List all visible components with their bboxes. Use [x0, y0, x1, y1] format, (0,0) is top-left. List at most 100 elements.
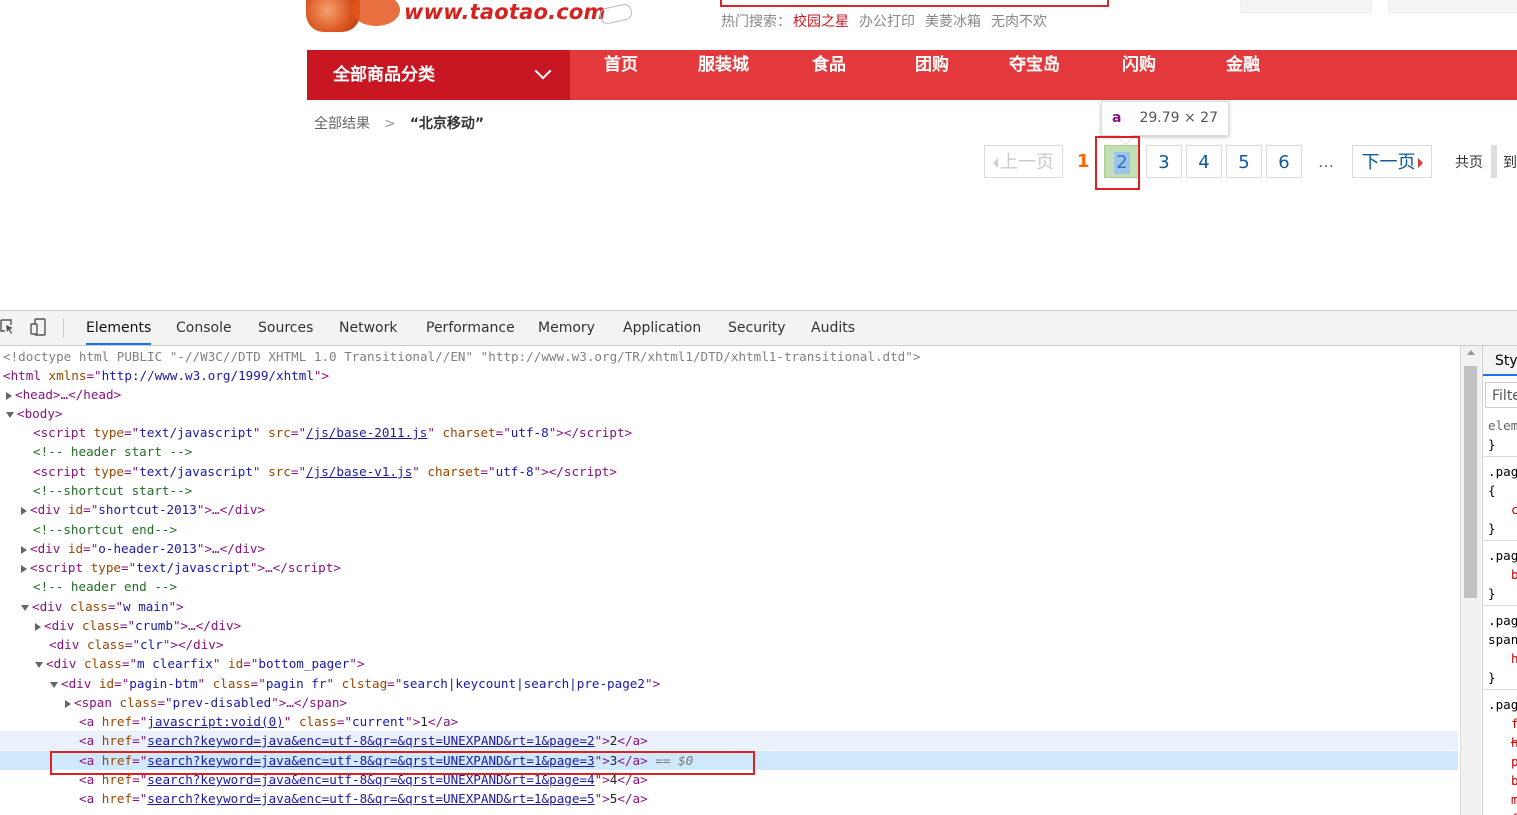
dom-node-comment[interactable]: <!--shortcut start-->: [33, 481, 192, 500]
attr-value: text/javascript: [139, 464, 253, 479]
tab-audits[interactable]: Audits: [811, 311, 855, 345]
page-link-3[interactable]: 3: [1146, 145, 1182, 178]
nav-item-flash-sale[interactable]: 闪购: [1122, 50, 1156, 100]
tab-performance[interactable]: Performance: [426, 311, 515, 345]
tab-memory[interactable]: Memory: [538, 311, 595, 345]
next-page-label: 下一页: [1361, 152, 1416, 173]
dom-node-script[interactable]: <script type="text/javascript" src="/js/…: [33, 423, 632, 442]
script-src-link[interactable]: /js/base-v1.js: [306, 464, 412, 479]
attr-name: xmlns: [48, 368, 87, 383]
dom-node-head[interactable]: <head>…</head>: [6, 385, 121, 404]
search-box[interactable]: [720, 0, 1109, 7]
dom-node-doctype[interactable]: <!doctype html PUBLIC "-//W3C//DTD XHTML…: [3, 347, 920, 366]
nav-item-treasure[interactable]: 夺宝岛: [1009, 50, 1060, 100]
attr-value: utf-8: [510, 425, 549, 440]
href-link[interactable]: search?keyword=java&enc=utf-8&qr=&qrst=U…: [147, 791, 594, 806]
script-src-link[interactable]: /js/base-2011.js: [306, 425, 427, 440]
hot-search-item[interactable]: 美菱冰箱: [925, 14, 981, 30]
dom-node-div[interactable]: <div class="m clearfix" id="bottom_pager…: [35, 654, 365, 673]
hot-search-item[interactable]: 无肉不欢: [991, 14, 1047, 30]
header-widget[interactable]: [1388, 0, 1517, 13]
expand-arrow-icon[interactable]: [21, 545, 27, 554]
expand-arrow-icon[interactable]: [35, 622, 41, 631]
attr-value: bottom_pager: [258, 656, 350, 671]
dom-node-html[interactable]: <html xmlns="http://www.w3.org/1999/xhtm…: [3, 366, 329, 385]
tab-sources[interactable]: Sources: [258, 311, 313, 345]
dom-scrollbar[interactable]: [1460, 346, 1481, 815]
page-jump-input[interactable]: [1491, 145, 1497, 178]
dom-node-a[interactable]: <a href="search?keyword=java&enc=utf-8&q…: [79, 789, 648, 808]
dom-node-div[interactable]: <div id="shortcut-2013">…</div>: [21, 500, 265, 519]
style-rule-text: elem: [1488, 418, 1517, 433]
attr-value: text/javascript: [139, 425, 253, 440]
site-logo-text[interactable]: www.taotao.com: [404, 0, 606, 24]
chevron-right-icon: [1417, 158, 1423, 168]
inspect-tooltip: a 29.79 × 27: [1101, 101, 1229, 136]
tab-application[interactable]: Application: [623, 311, 701, 345]
comment-text: <!--shortcut start-->: [33, 483, 193, 498]
href-link[interactable]: javascript:void(0): [147, 714, 283, 729]
all-categories-menu[interactable]: 全部商品分类: [307, 50, 570, 100]
style-rule-text: }: [1488, 521, 1496, 536]
hot-search-item[interactable]: 校园之星: [793, 14, 849, 30]
collapse-arrow-icon[interactable]: [35, 661, 43, 668]
attr-value: m clearfix: [137, 656, 213, 671]
collapse-arrow-icon[interactable]: [21, 604, 29, 611]
inspect-element-icon[interactable]: [0, 319, 14, 335]
dom-node-body[interactable]: <body>: [6, 404, 63, 423]
page-link-6[interactable]: 6: [1266, 145, 1302, 178]
href-link[interactable]: search?keyword=java&enc=utf-8&qr=&qrst=U…: [147, 733, 594, 748]
collapse-arrow-icon[interactable]: [50, 681, 58, 688]
expand-arrow-icon[interactable]: [21, 564, 27, 573]
styles-filter-input[interactable]: Filte: [1485, 382, 1517, 408]
style-rule-text: f: [1511, 714, 1517, 733]
scroll-up-icon[interactable]: [1467, 350, 1475, 355]
header-widget[interactable]: [1240, 0, 1372, 13]
dom-node-a[interactable]: <a href="javascript:void(0)" class="curr…: [79, 712, 458, 731]
style-rule-text: p: [1511, 752, 1517, 771]
dom-node-comment[interactable]: <!--shortcut end-->: [33, 520, 177, 539]
tab-elements[interactable]: Elements: [86, 311, 152, 345]
dom-node-a-hovered[interactable]: <a href="search?keyword=java&enc=utf-8&q…: [0, 731, 1458, 750]
tab-styles[interactable]: Styl: [1483, 346, 1517, 376]
nav-item-food[interactable]: 食品: [812, 50, 846, 100]
expand-arrow-icon[interactable]: [21, 506, 27, 515]
dom-node-div[interactable]: <div class="w main">: [21, 597, 184, 616]
collapse-arrow-icon[interactable]: [6, 411, 14, 418]
devtools-panel: Elements Console Sources Network Perform…: [0, 310, 1517, 815]
style-rule-text: }: [1488, 437, 1496, 452]
dom-node-script[interactable]: <script type="text/javascript">…</script…: [21, 558, 341, 577]
breadcrumb: 全部结果 > “北京移动”: [314, 113, 484, 133]
hot-search-item[interactable]: 办公打印: [859, 14, 915, 30]
style-rule-text: m: [1511, 790, 1517, 809]
prev-page-button[interactable]: 上一页: [984, 145, 1063, 178]
dom-node-div[interactable]: <div class="clr"></div>: [49, 635, 223, 654]
nav-item-finance[interactable]: 金融: [1226, 50, 1260, 100]
expand-arrow-icon[interactable]: [6, 391, 12, 400]
attr-value: shortcut-2013: [98, 502, 197, 517]
page-link-5[interactable]: 5: [1226, 145, 1262, 178]
breadcrumb-root[interactable]: 全部结果: [314, 116, 370, 132]
style-rule-text: .pag: [1488, 697, 1517, 712]
nav-item-clothing[interactable]: 服装城: [698, 50, 749, 100]
device-toolbar-icon[interactable]: [30, 318, 46, 336]
dom-node-script[interactable]: <script type="text/javascript" src="/js/…: [33, 462, 617, 481]
tab-security[interactable]: Security: [728, 311, 786, 345]
scroll-thumb[interactable]: [1464, 366, 1477, 598]
next-page-button[interactable]: 下一页: [1352, 145, 1432, 178]
nav-item-group-buy[interactable]: 团购: [915, 50, 949, 100]
expand-arrow-icon[interactable]: [65, 699, 71, 708]
dom-node-comment[interactable]: <!-- header start -->: [33, 442, 192, 461]
dom-node-comment[interactable]: <!-- header end -->: [33, 577, 177, 596]
style-rule-text: }: [1488, 670, 1496, 685]
dom-node-div[interactable]: <div class="crumb">…</div>: [35, 616, 241, 635]
page-link-4[interactable]: 4: [1186, 145, 1222, 178]
style-rule-text: span: [1488, 632, 1517, 647]
dom-node-span[interactable]: <span class="prev-disabled">…</span>: [65, 693, 347, 712]
dom-node-div[interactable]: <div id="o-header-2013">…</div>: [21, 539, 265, 558]
dom-node-div[interactable]: <div id="pagin-btm" class="pagin fr" cls…: [50, 674, 660, 693]
attr-value: w main: [123, 599, 169, 614]
tab-console[interactable]: Console: [176, 311, 232, 345]
nav-item-home[interactable]: 首页: [604, 50, 638, 100]
tab-network[interactable]: Network: [339, 311, 397, 345]
